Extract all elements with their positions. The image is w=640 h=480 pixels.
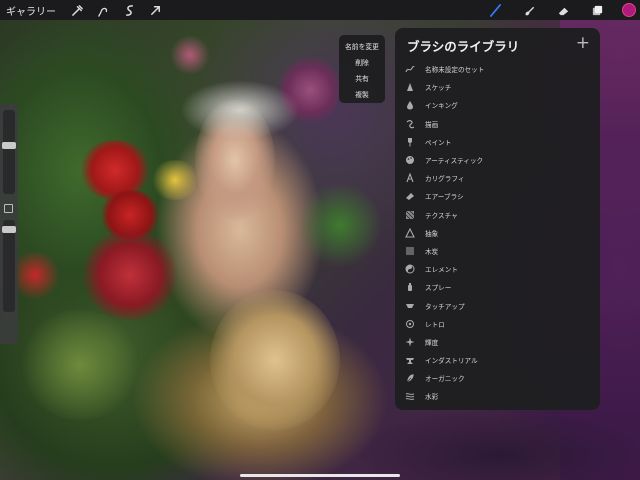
modify-button[interactable] bbox=[4, 204, 13, 213]
pencil-tip-icon bbox=[403, 80, 417, 94]
palette-icon bbox=[403, 153, 417, 167]
brush-set-item[interactable]: アーティスティック bbox=[395, 151, 600, 169]
brush-set-label: タッチアップ bbox=[425, 302, 465, 311]
yellow-flowers bbox=[150, 160, 200, 200]
brush-set-item[interactable]: レトロ bbox=[395, 315, 600, 333]
texture-icon bbox=[403, 208, 417, 222]
brush-size-thumb[interactable] bbox=[2, 142, 16, 149]
brush-set-item[interactable]: 水彩 bbox=[395, 387, 600, 405]
anvil-icon bbox=[403, 353, 417, 367]
coral-shape bbox=[80, 230, 180, 320]
purple-flowers bbox=[170, 35, 210, 75]
brush-set-item[interactable]: 描画 bbox=[395, 115, 600, 133]
brush-set-label: エアーブラシ bbox=[425, 193, 464, 202]
touchup-icon bbox=[403, 299, 417, 313]
brush-set-label: テクスチャ bbox=[425, 211, 458, 220]
brush-set-item[interactable]: タッチアップ bbox=[395, 296, 600, 314]
brush-set-item[interactable]: 抽象 bbox=[395, 224, 600, 242]
top-toolbar: ギャラリー bbox=[0, 0, 640, 20]
selection-icon[interactable] bbox=[96, 3, 110, 17]
adjustments-icon[interactable] bbox=[70, 3, 84, 17]
leaf-icon bbox=[403, 371, 417, 385]
brush-set-item[interactable]: 輝度 bbox=[395, 333, 600, 351]
brush-set-label: インキング bbox=[425, 102, 458, 111]
duplicate-menu-item[interactable]: 複製 bbox=[339, 86, 385, 102]
brush-set-label: スプレー bbox=[425, 284, 452, 293]
brush-set-item[interactable]: カリグラフィ bbox=[395, 169, 600, 187]
green-leaves bbox=[300, 180, 380, 270]
brush-library-panel: ブラシのライブラリ + 名称未設定のセット スケッチインキング描画ペイントアーティ… bbox=[395, 28, 600, 410]
airbrush-icon bbox=[403, 189, 417, 203]
brush-set-label: スケッチ bbox=[425, 84, 452, 93]
brush-set-item[interactable]: オーガニック bbox=[395, 369, 600, 387]
rename-menu-item[interactable]: 名前を変更 bbox=[339, 38, 385, 54]
layers-icon[interactable] bbox=[590, 3, 604, 17]
brush-set-label: アーティスティック bbox=[425, 157, 484, 166]
charcoal-icon bbox=[403, 244, 417, 258]
waves-icon bbox=[403, 389, 417, 403]
calligraphy-icon bbox=[403, 171, 417, 185]
paint-brush-icon bbox=[403, 135, 417, 149]
brush-set-label: 抽象 bbox=[425, 229, 439, 238]
brush-set-label: レトロ bbox=[425, 320, 445, 329]
brush-set-item[interactable]: ペイント bbox=[395, 133, 600, 151]
squiggle-icon bbox=[403, 62, 417, 76]
share-menu-item[interactable]: 共有 bbox=[339, 70, 385, 86]
color-picker-swatch[interactable] bbox=[622, 3, 636, 17]
opacity-slider[interactable] bbox=[2, 220, 16, 312]
brush-set-list: 名称未設定のセット スケッチインキング描画ペイントアーティスティック カリグラフィエ… bbox=[395, 60, 600, 406]
panel-title: ブラシのライブラリ bbox=[407, 39, 520, 54]
arrow-icon[interactable] bbox=[148, 3, 162, 17]
smudge-icon[interactable] bbox=[522, 3, 536, 17]
brush-size-slider[interactable] bbox=[2, 110, 16, 194]
brush-set-label: エレメント bbox=[425, 266, 458, 275]
green-leaves bbox=[20, 310, 140, 420]
brush-set-label: 描画 bbox=[425, 120, 439, 129]
brush-set-item[interactable]: スプレー bbox=[395, 278, 600, 296]
figure-hair bbox=[180, 80, 300, 140]
brush-set-label: 名称未設定のセット bbox=[425, 66, 485, 75]
brush-set-item[interactable]: エレメント bbox=[395, 260, 600, 278]
sparkle-icon bbox=[403, 335, 417, 349]
swirl-icon bbox=[403, 117, 417, 131]
add-brush-set-button[interactable]: + bbox=[576, 33, 590, 53]
brush-set-label: ペイント bbox=[425, 138, 452, 147]
brush-set-context-menu: 名前を変更 削除 共有 複製 bbox=[339, 35, 385, 103]
ink-drop-icon bbox=[403, 98, 417, 112]
painting-tools bbox=[468, 0, 636, 20]
brush-set-label: オーガニック bbox=[425, 375, 465, 384]
gallery-button[interactable]: ギャラリー bbox=[6, 3, 56, 18]
brush-set-label: 水彩 bbox=[425, 393, 439, 402]
brush-set-label: インダストリアル bbox=[425, 357, 478, 366]
brush-set-item[interactable]: インキング bbox=[395, 96, 600, 114]
brush-icon[interactable] bbox=[488, 3, 502, 17]
brush-set-item[interactable]: 木炭 bbox=[395, 242, 600, 260]
delete-menu-item[interactable]: 削除 bbox=[339, 54, 385, 70]
transform-icon[interactable] bbox=[122, 3, 136, 17]
brush-set-label: 輝度 bbox=[425, 338, 439, 347]
brush-set-item[interactable]: エアーブラシ bbox=[395, 187, 600, 205]
brush-set-item[interactable]: テクスチャ bbox=[395, 206, 600, 224]
brush-set-label: カリグラフィ bbox=[425, 175, 465, 184]
brush-set-label: 木炭 bbox=[425, 247, 439, 256]
eraser-icon[interactable] bbox=[556, 3, 570, 17]
brush-set-item[interactable]: スケッチ bbox=[395, 78, 600, 96]
spray-icon bbox=[403, 280, 417, 294]
left-sidebar bbox=[0, 104, 18, 344]
home-indicator[interactable] bbox=[240, 474, 400, 477]
brush-set-item[interactable]: 名称未設定のセット bbox=[395, 60, 600, 78]
opacity-thumb[interactable] bbox=[2, 226, 16, 233]
figure-hands bbox=[210, 290, 340, 430]
triangle-icon bbox=[403, 226, 417, 240]
brush-set-item[interactable]: インダストリアル bbox=[395, 351, 600, 369]
retro-icon bbox=[403, 317, 417, 331]
yin-yang-icon bbox=[403, 262, 417, 276]
